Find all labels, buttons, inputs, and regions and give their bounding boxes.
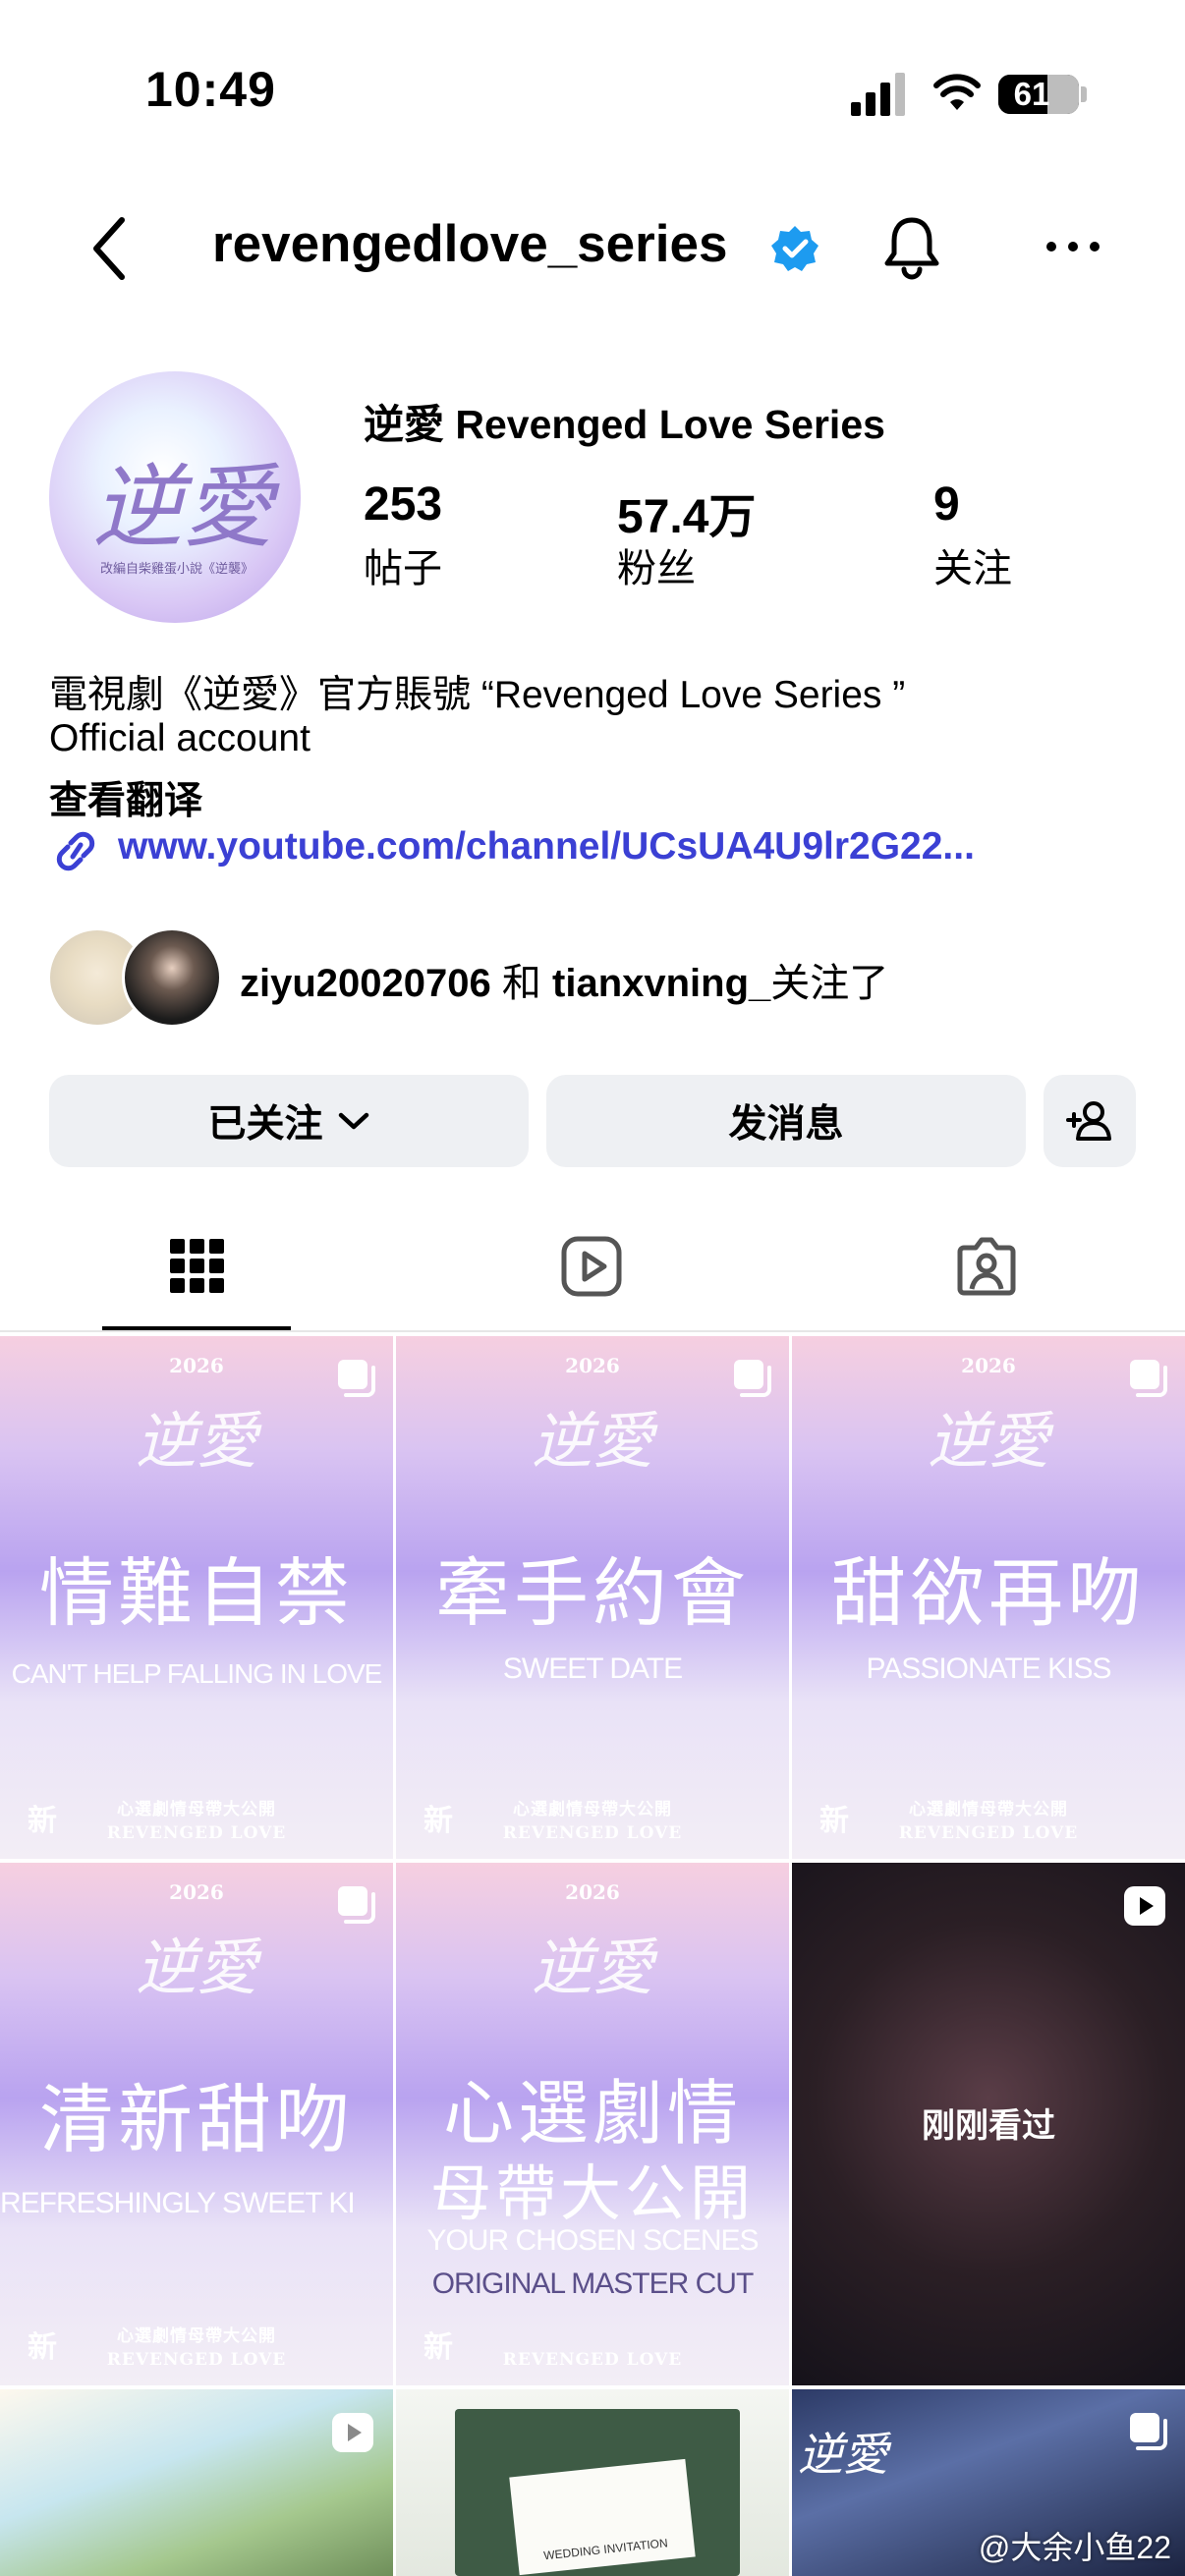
post-logo: 逆愛 (927, 1405, 1049, 1477)
post-title-en: YOUR CHOSEN SCENES (426, 2224, 759, 2257)
watermark: @大余小鱼22 (978, 2530, 1171, 2565)
posts-count[interactable]: 253 (364, 477, 442, 532)
mutual-user-2[interactable]: tianxvning_ (552, 962, 770, 1005)
post-title-zh: 甜欲再吻 (831, 1549, 1146, 1637)
post-footer-zh: 心選劇情母帶大公開 (117, 1800, 276, 1820)
post-year: 2026 (169, 1880, 224, 1904)
new-badge: 新 (819, 1805, 849, 1837)
post-year: 2026 (565, 1354, 620, 1377)
avatar-logo-text: 逆愛 (92, 455, 274, 560)
post-title-zh: 清新甜吻 (39, 2076, 354, 2163)
post-logo: 逆愛 (531, 1405, 653, 1477)
post-footer-en: REVENGED LOVE (106, 1823, 287, 1843)
display-name: 逆愛 Revenged Love Series (364, 402, 885, 447)
following-button-label: 已关注 (207, 1103, 323, 1146)
post-title-en: PASSIONATE KISS (866, 1652, 1112, 1685)
see-translation-link[interactable]: 查看翻译 (49, 770, 202, 825)
wedding-invitation-card: WEDDING INVITATION (509, 2458, 696, 2576)
post-title-en: CAN'T HELP FALLING IN LOVE (11, 1658, 383, 1689)
followers-label[interactable]: 粉丝 (617, 536, 696, 593)
post-footer-en: REVENGED LOVE (502, 2350, 683, 2370)
post-footer-en: REVENGED LOVE (898, 1823, 1079, 1843)
mutual-user-1[interactable]: ziyu20020706 (240, 962, 491, 1005)
tagged-tab-icon[interactable] (956, 1236, 1017, 1297)
post-logo: 逆愛 (135, 1932, 257, 2003)
grid-post-7[interactable] (0, 2389, 393, 2576)
post-year: 2026 (565, 1880, 620, 1904)
tab-divider (0, 1330, 1185, 1332)
post-footer-zh: 心選劇情母帶大公開 (117, 2326, 276, 2346)
post-logo: 逆愛 (135, 1405, 257, 1477)
post-footer-en: REVENGED LOVE (502, 1823, 683, 1843)
grid-post-6[interactable]: 刚刚看过 (792, 1863, 1185, 2385)
posts-label[interactable]: 帖子 (364, 536, 442, 593)
mutual-conj: 和 (501, 962, 541, 1005)
carousel-icon (338, 1886, 375, 1924)
notification-bell-icon[interactable] (880, 214, 943, 281)
wifi-icon (933, 74, 981, 110)
following-count[interactable]: 9 (933, 477, 960, 532)
status-time: 10:49 (145, 62, 276, 117)
verified-badge-icon (771, 226, 818, 271)
mutual-follower-avatar-2[interactable] (122, 927, 222, 1028)
following-label[interactable]: 关注 (933, 536, 1012, 593)
post-title-zh-2: 母帶大公開 (429, 2157, 755, 2229)
grid-post-8[interactable]: WEDDING INVITATION (396, 2389, 789, 2576)
post-title-zh: 情難自禁 (39, 1549, 354, 1637)
post-title-en: SWEET DATE (502, 1652, 683, 1685)
add-user-icon (1066, 1101, 1111, 1141)
battery-indicator: 61 (998, 75, 1079, 114)
post-logo: 逆愛 (531, 1932, 653, 2003)
carousel-icon (338, 1360, 375, 1397)
cellular-signal-icon (851, 73, 905, 116)
post-footer-en: REVENGED LOVE (106, 2350, 287, 2370)
more-options-icon[interactable] (1044, 234, 1102, 259)
new-badge: 新 (423, 1805, 453, 1837)
post-year: 2026 (169, 1354, 224, 1377)
link-icon (56, 831, 95, 871)
mutual-suffix: 关注了 (770, 962, 889, 1005)
message-button-label: 发消息 (728, 1103, 844, 1146)
new-badge: 新 (28, 1805, 57, 1837)
mutual-followers-text[interactable]: ziyu20020706 和 tianxvning_关注了 (240, 951, 888, 1008)
profile-username: revengedlove_series (212, 215, 728, 273)
post-title-en: REFRESHINGLY SWEET KI (0, 2187, 356, 2219)
grid-post-2[interactable]: 2026 逆愛 牽手約會 SWEET DATE 心選劇情母帶大公開 REVENG… (396, 1336, 789, 1859)
battery-cap (1081, 86, 1087, 102)
post-title-zh: 牽手約會 (435, 1549, 750, 1637)
carousel-icon (734, 1360, 771, 1397)
reel-icon (332, 2413, 373, 2452)
chevron-down-icon (338, 1112, 368, 1130)
grid-post-4[interactable]: 2026 逆愛 清新甜吻 REFRESHINGLY SWEET KI 心選劇情母… (0, 1863, 393, 2385)
grid-post-5[interactable]: 2026 逆愛 心選劇情 母帶大公開 YOUR CHOSEN SCENES OR… (396, 1863, 789, 2385)
following-button[interactable]: 已关注 (49, 1075, 529, 1167)
grid-tab-icon[interactable] (167, 1236, 228, 1297)
recently-viewed-label: 刚刚看过 (922, 2107, 1055, 2145)
new-badge: 新 (423, 2331, 453, 2364)
post-footer-zh: 心選劇情母帶大公開 (513, 1800, 672, 1820)
reels-tab-icon[interactable] (561, 1236, 622, 1297)
grid-post-1[interactable]: 2026 逆愛 情難自禁 CAN'T HELP FALLING IN LOVE … (0, 1336, 393, 1859)
battery-percent: 61 (1013, 76, 1050, 112)
bio-line-2: Official account (49, 717, 310, 759)
profile-website-link[interactable]: www.youtube.com/channel/UCsUA4U9lr2G22..… (118, 825, 975, 868)
back-icon[interactable] (88, 214, 128, 283)
message-button[interactable]: 发消息 (546, 1075, 1026, 1167)
new-badge: 新 (28, 2331, 57, 2364)
suggested-users-button[interactable] (1044, 1075, 1136, 1167)
post-footer-zh: 心選劇情母帶大公開 (909, 1800, 1068, 1820)
reel-icon (1124, 1886, 1165, 1926)
post-logo: 逆愛 (798, 2428, 888, 2481)
post-year: 2026 (961, 1354, 1016, 1377)
carousel-icon (1130, 2413, 1167, 2450)
profile-avatar[interactable]: 逆愛 改編自柴雞蛋小說《逆襲》 (49, 371, 301, 623)
bio-line-1: 電視劇《逆愛》官方賬號 “Revenged Love Series ” (49, 674, 906, 716)
carousel-icon (1130, 1360, 1167, 1397)
post-title-en-2: ORIGINAL MASTER CUT (431, 2268, 755, 2300)
grid-post-3[interactable]: 2026 逆愛 甜欲再吻 PASSIONATE KISS 心選劇情母帶大公開 R… (792, 1336, 1185, 1859)
avatar-subtitle: 改編自柴雞蛋小說《逆襲》 (99, 561, 254, 576)
